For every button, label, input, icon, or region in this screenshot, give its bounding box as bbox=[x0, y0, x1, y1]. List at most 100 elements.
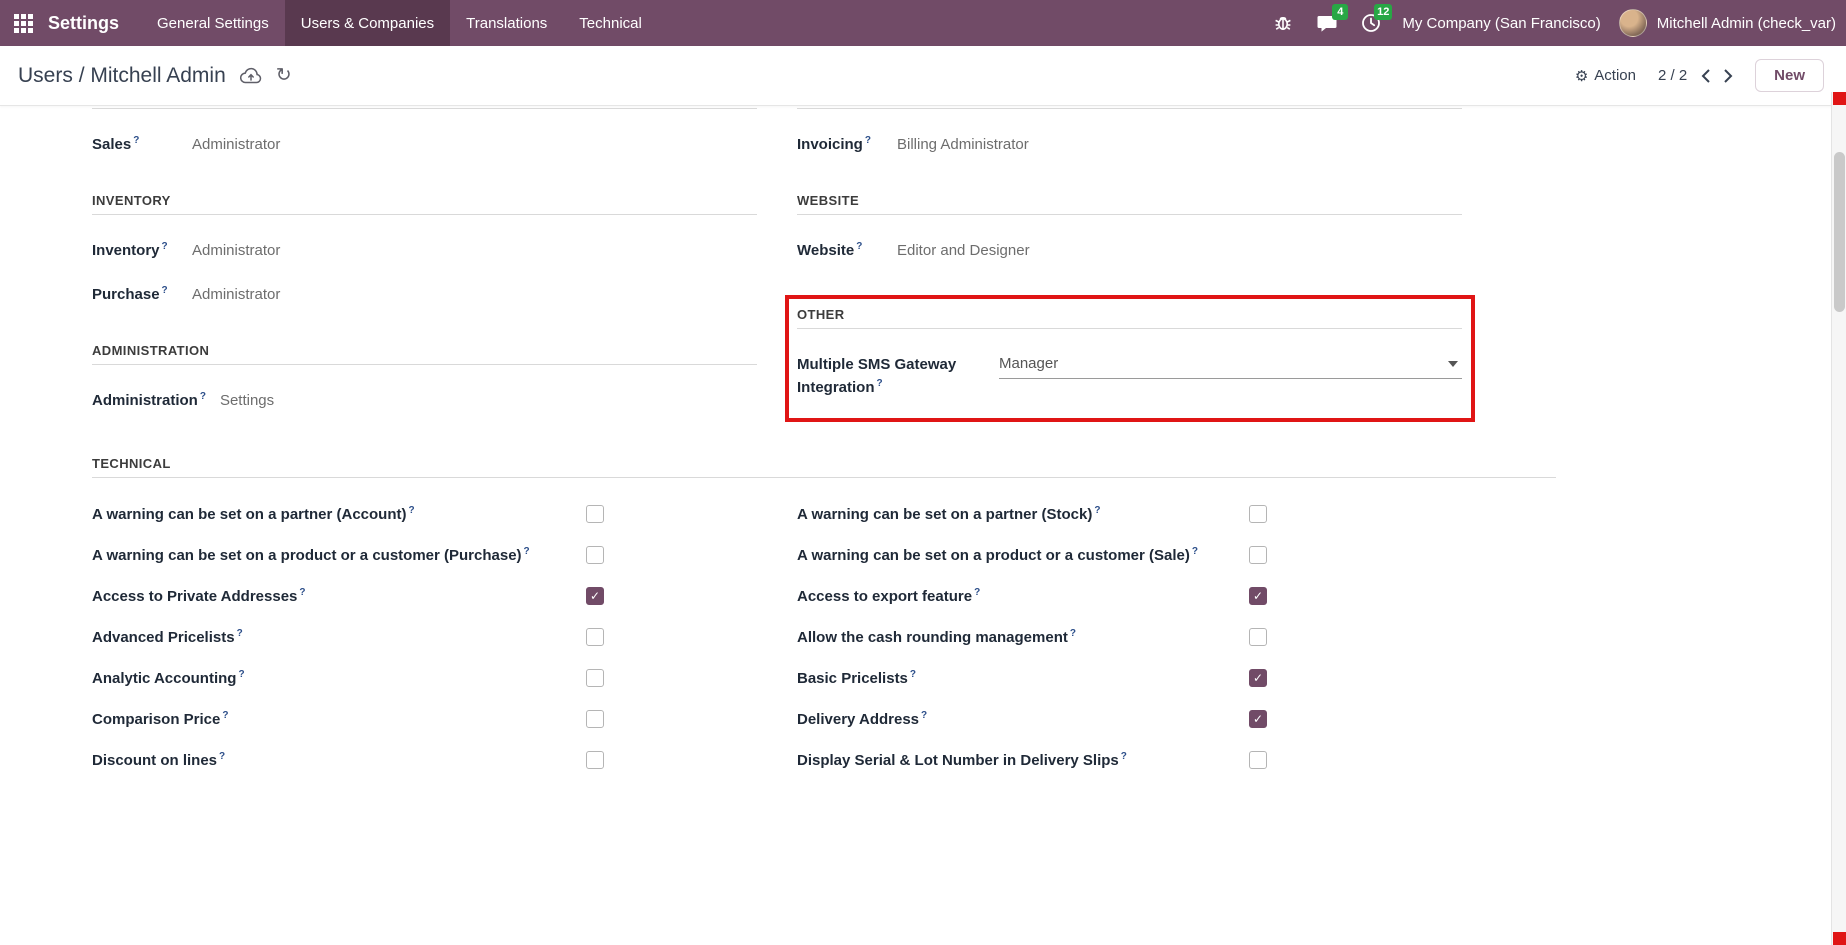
technical-right-column: A warning can be set on a partner (Stock… bbox=[797, 494, 1462, 781]
pager-value: 2 / 2 bbox=[1658, 67, 1687, 84]
messages-icon[interactable]: 4 bbox=[1314, 10, 1340, 36]
field-value[interactable]: Editor and Designer bbox=[897, 242, 1030, 259]
help-icon: ? bbox=[409, 505, 415, 516]
checkbox[interactable] bbox=[1249, 669, 1267, 687]
field-label: Multiple SMS Gateway Integration? bbox=[797, 353, 999, 400]
pager-previous-icon[interactable] bbox=[1701, 69, 1710, 83]
section-technical: TECHNICAL A warning can be set on a part… bbox=[92, 456, 1556, 781]
section-administration: ADMINISTRATION Administration? Settings bbox=[92, 343, 757, 409]
option-warning-partner-stock: A warning can be set on a partner (Stock… bbox=[797, 494, 1267, 535]
pager-next-icon[interactable] bbox=[1724, 69, 1733, 83]
option-comparison-price: Comparison Price? bbox=[92, 699, 604, 740]
activities-clock-icon[interactable]: 12 bbox=[1358, 10, 1384, 36]
option-warning-product-purchase: A warning can be set on a product or a c… bbox=[92, 535, 604, 576]
help-icon: ? bbox=[865, 135, 871, 146]
help-icon: ? bbox=[1070, 628, 1076, 639]
help-icon: ? bbox=[162, 241, 168, 252]
apps-grid-icon[interactable] bbox=[0, 0, 46, 46]
company-switcher[interactable]: My Company (San Francisco) bbox=[1402, 15, 1600, 32]
checkbox[interactable] bbox=[1249, 505, 1267, 523]
checkbox[interactable] bbox=[1249, 546, 1267, 564]
action-menu-button[interactable]: ⚙ Action bbox=[1575, 67, 1636, 85]
option-delivery-address: Delivery Address? bbox=[797, 699, 1267, 740]
menu-item-general-settings[interactable]: General Settings bbox=[141, 0, 285, 46]
field-label: Inventory? bbox=[92, 241, 192, 259]
field-value[interactable]: Administrator bbox=[192, 136, 280, 153]
section-title: OTHER bbox=[797, 307, 1462, 329]
chevron-down-icon bbox=[1448, 361, 1458, 367]
help-icon: ? bbox=[1094, 505, 1100, 516]
help-icon: ? bbox=[299, 587, 305, 598]
gear-icon: ⚙ bbox=[1575, 67, 1588, 85]
help-icon: ? bbox=[856, 241, 862, 252]
checkbox[interactable] bbox=[586, 628, 604, 646]
checkbox[interactable] bbox=[1249, 628, 1267, 646]
user-menu[interactable]: Mitchell Admin (check_var) bbox=[1657, 15, 1836, 32]
field-label: Sales? bbox=[92, 135, 192, 153]
checkbox[interactable] bbox=[586, 546, 604, 564]
field-label: Purchase? bbox=[92, 285, 192, 303]
option-discount-on-lines: Discount on lines? bbox=[92, 740, 604, 781]
debug-bug-icon[interactable] bbox=[1270, 10, 1296, 36]
breadcrumb-current: Mitchell Admin bbox=[90, 64, 225, 87]
option-advanced-pricelists: Advanced Pricelists? bbox=[92, 617, 604, 658]
selected-option: Manager bbox=[999, 355, 1448, 372]
avatar[interactable] bbox=[1619, 9, 1647, 37]
help-icon: ? bbox=[222, 710, 228, 721]
field-purchase: Purchase? Administrator bbox=[92, 285, 757, 303]
checkbox[interactable] bbox=[1249, 587, 1267, 605]
messages-badge: 4 bbox=[1332, 4, 1348, 20]
sms-gateway-select[interactable]: Manager bbox=[999, 355, 1462, 379]
field-value[interactable]: Settings bbox=[220, 392, 274, 409]
help-icon: ? bbox=[974, 587, 980, 598]
help-icon: ? bbox=[219, 751, 225, 762]
checkbox[interactable] bbox=[1249, 710, 1267, 728]
field-sales: Sales? Administrator bbox=[92, 135, 757, 153]
checkbox[interactable] bbox=[586, 751, 604, 769]
checkbox[interactable] bbox=[586, 710, 604, 728]
menu-item-technical[interactable]: Technical bbox=[563, 0, 658, 46]
field-multiple-sms-gateway: Multiple SMS Gateway Integration? Manage… bbox=[797, 353, 1462, 400]
scrollbar-bottom-mark bbox=[1833, 932, 1846, 945]
field-administration: Administration? Settings bbox=[92, 391, 757, 409]
help-icon: ? bbox=[910, 669, 916, 680]
top-navbar: Settings General Settings Users & Compan… bbox=[0, 0, 1846, 46]
action-label: Action bbox=[1594, 67, 1636, 84]
checkbox[interactable] bbox=[586, 587, 604, 605]
field-invoicing: Invoicing? Billing Administrator bbox=[797, 135, 1462, 153]
option-warning-partner-account: A warning can be set on a partner (Accou… bbox=[92, 494, 604, 535]
checkbox[interactable] bbox=[1249, 751, 1267, 769]
app-name[interactable]: Settings bbox=[46, 0, 141, 46]
help-icon: ? bbox=[133, 135, 139, 146]
section-title: TECHNICAL bbox=[92, 456, 1556, 478]
menu-item-users-companies[interactable]: Users & Companies bbox=[285, 0, 450, 46]
section-title: INVENTORY bbox=[92, 193, 757, 215]
technical-left-column: A warning can be set on a partner (Accou… bbox=[92, 494, 757, 781]
vertical-scrollbar[interactable] bbox=[1831, 92, 1846, 945]
main-menu: General Settings Users & Companies Trans… bbox=[141, 0, 658, 46]
field-label: Administration? bbox=[92, 391, 220, 409]
checkbox[interactable] bbox=[586, 505, 604, 523]
help-icon: ? bbox=[200, 391, 206, 402]
field-value[interactable]: Billing Administrator bbox=[897, 136, 1029, 153]
option-cash-rounding: Allow the cash rounding management? bbox=[797, 617, 1267, 658]
field-label: Website? bbox=[797, 241, 897, 259]
breadcrumb-parent[interactable]: Users bbox=[18, 64, 73, 87]
checkbox[interactable] bbox=[586, 669, 604, 687]
field-value[interactable]: Administrator bbox=[192, 242, 280, 259]
breadcrumb-separator: / bbox=[79, 64, 85, 87]
help-icon: ? bbox=[162, 285, 168, 296]
help-icon: ? bbox=[238, 669, 244, 680]
help-icon: ? bbox=[877, 378, 883, 389]
activities-badge: 12 bbox=[1374, 4, 1392, 20]
breadcrumb: Users / Mitchell Admin ↻ bbox=[18, 64, 292, 88]
field-value[interactable]: Administrator bbox=[192, 286, 280, 303]
menu-item-translations[interactable]: Translations bbox=[450, 0, 563, 46]
scrollbar-thumb[interactable] bbox=[1834, 152, 1845, 312]
new-button[interactable]: New bbox=[1755, 59, 1824, 92]
discard-refresh-icon[interactable]: ↻ bbox=[276, 64, 292, 87]
save-cloud-icon[interactable] bbox=[240, 67, 262, 84]
field-website: Website? Editor and Designer bbox=[797, 241, 1462, 259]
section-title: WEBSITE bbox=[797, 193, 1462, 215]
access-rights-left-column: Sales? Administrator INVENTORY Inventory… bbox=[92, 108, 757, 422]
